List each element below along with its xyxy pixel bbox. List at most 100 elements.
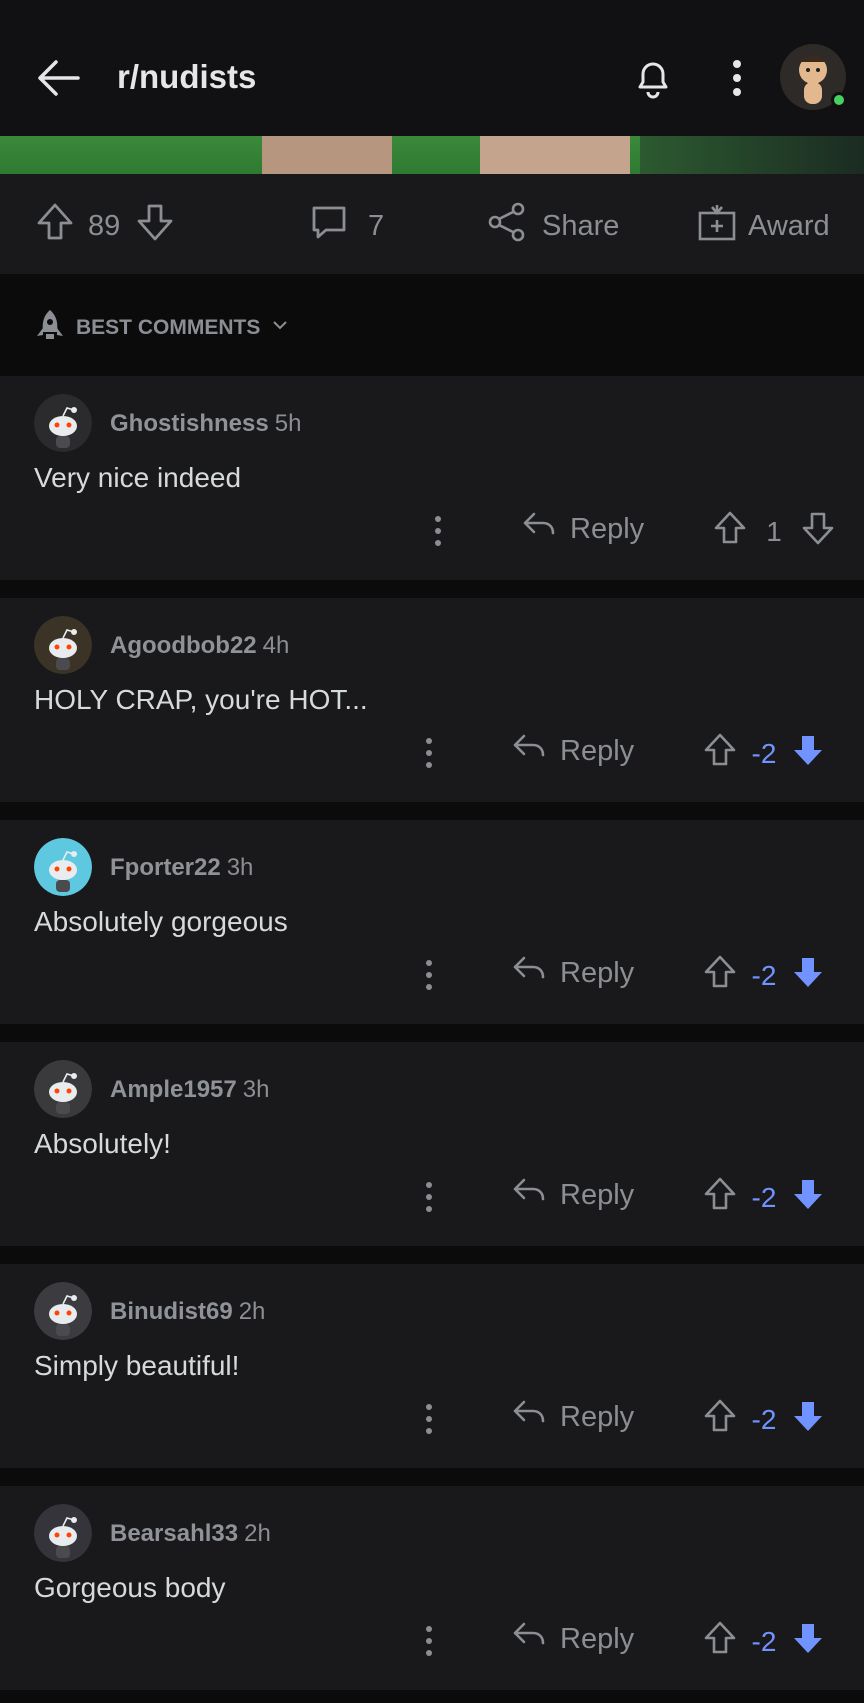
comment-meta: Agoodbob22 4h [110,632,289,660]
chevron-down-icon [270,315,290,341]
comment-body: HOLY CRAP, you're HOT... [34,684,368,715]
comment-username[interactable]: Fporter22 [110,854,221,881]
upvote-icon[interactable] [702,1398,738,1441]
comment-meta: Binudist69 2h [110,1298,265,1326]
comment-score: -2 [751,737,777,769]
post-score: 89 [88,209,121,242]
comment-body: Very nice indeed [34,462,242,493]
commenter-avatar[interactable] [34,1282,92,1340]
comment-username[interactable]: Ghostishness [110,410,269,437]
comment-vote-group: -2 [702,1620,826,1663]
comment-timestamp: 4h [262,632,290,659]
comment-timestamp: 3h [242,1076,270,1103]
award-label: Award [748,209,830,242]
comment-card: Agoodbob22 4h HOLY CRAP, you're HOT... Re… [0,598,864,802]
upvote-icon[interactable] [702,732,738,775]
reply-label: Reply [560,956,635,989]
comments-button[interactable]: 7 [308,204,384,248]
upvote-icon[interactable] [712,510,748,553]
comment-card: Ample1957 3h Absolutely! Reply -2 [0,1042,864,1246]
bell-icon[interactable] [630,54,676,100]
comment-vote-group: -2 [702,954,826,997]
sort-dropdown[interactable]: BEST COMMENTS [34,308,290,348]
reply-label: Reply [560,734,635,767]
more-vertical-icon[interactable] [428,514,448,548]
comment-card: Ghostishness 5h Very nice indeed Reply 1 [0,376,864,580]
reply-button[interactable]: Reply [512,1176,634,1214]
more-vertical-icon[interactable] [419,1180,439,1214]
more-vertical-icon[interactable] [419,958,439,992]
rocket-icon [34,308,66,348]
downvote-icon[interactable] [790,1176,826,1219]
reply-arrow-icon [512,1620,546,1658]
upvote-icon[interactable] [34,201,76,251]
reply-label: Reply [560,1622,635,1655]
comment-score: -2 [751,1625,777,1657]
reply-label: Reply [560,1400,635,1433]
comment-score: 1 [766,515,782,547]
commenter-avatar[interactable] [34,838,92,896]
commenter-avatar[interactable] [34,394,92,452]
comment-timestamp: 5h [274,410,302,437]
comment-meta: Ample1957 3h [110,1076,269,1104]
downvote-icon[interactable] [790,732,826,775]
comment-username[interactable]: Bearsahl33 [110,1520,238,1547]
online-status-dot [831,92,847,108]
comment-score: -2 [751,1181,777,1213]
reply-arrow-icon [512,1176,546,1214]
more-vertical-icon[interactable] [419,736,439,770]
commenter-avatar[interactable] [34,1504,92,1562]
comment-vote-group: -2 [702,1176,826,1219]
upvote-icon[interactable] [702,1620,738,1663]
comment-vote-group: -2 [702,1398,826,1441]
upvote-icon[interactable] [702,1176,738,1219]
reply-button[interactable]: Reply [512,1620,634,1658]
comment-body: Simply beautiful! [34,1350,240,1381]
downvote-icon[interactable] [800,510,836,553]
commenter-avatar[interactable] [34,1060,92,1118]
gift-icon [696,201,738,251]
comment-timestamp: 3h [226,854,254,881]
sort-label: BEST COMMENTS [76,316,261,339]
comment-meta: Ghostishness 5h [110,410,301,438]
comment-meta: Fporter22 3h [110,854,253,882]
reply-label: Reply [560,1178,635,1211]
reply-arrow-icon [522,510,556,548]
subreddit-title[interactable]: r/nudists [117,58,256,96]
downvote-icon[interactable] [790,1620,826,1663]
comment-timestamp: 2h [238,1298,266,1325]
comment-card: Fporter22 3h Absolutely gorgeous Reply -2 [0,820,864,1024]
more-vertical-icon[interactable] [419,1402,439,1436]
comment-bubble-icon [308,201,350,251]
comment-body: Gorgeous body [34,1572,226,1603]
comment-username[interactable]: Binudist69 [110,1298,233,1325]
comment-score: -2 [751,959,777,991]
commenter-avatar[interactable] [34,616,92,674]
reply-label: Reply [570,512,645,545]
reply-arrow-icon [512,954,546,992]
reply-button[interactable]: Reply [512,1398,634,1436]
comment-username[interactable]: Ample1957 [110,1076,237,1103]
comment-vote-group: -2 [702,732,826,775]
comment-card: Bearsahl33 2h Gorgeous body Reply -2 [0,1486,864,1690]
comment-username[interactable]: Agoodbob22 [110,632,257,659]
reply-button[interactable]: Reply [512,732,634,770]
comment-meta: Bearsahl33 2h [110,1520,271,1548]
downvote-icon[interactable] [790,1398,826,1441]
reply-button[interactable]: Reply [522,510,644,548]
comment-count: 7 [368,209,385,242]
reply-button[interactable]: Reply [512,954,634,992]
more-vertical-icon[interactable] [722,56,752,100]
top-app-bar: r/nudists [0,0,864,136]
post-vote-group: 89 [34,201,176,251]
more-vertical-icon[interactable] [419,1624,439,1658]
award-button[interactable]: Award [696,204,830,248]
downvote-icon[interactable] [790,954,826,997]
reply-arrow-icon [512,732,546,770]
back-arrow-icon[interactable] [34,54,82,102]
comment-card: Binudist69 2h Simply beautiful! Reply -2 [0,1264,864,1468]
post-image[interactable] [0,136,864,174]
upvote-icon[interactable] [702,954,738,997]
downvote-icon[interactable] [134,201,176,251]
share-button[interactable]: Share [486,202,619,248]
